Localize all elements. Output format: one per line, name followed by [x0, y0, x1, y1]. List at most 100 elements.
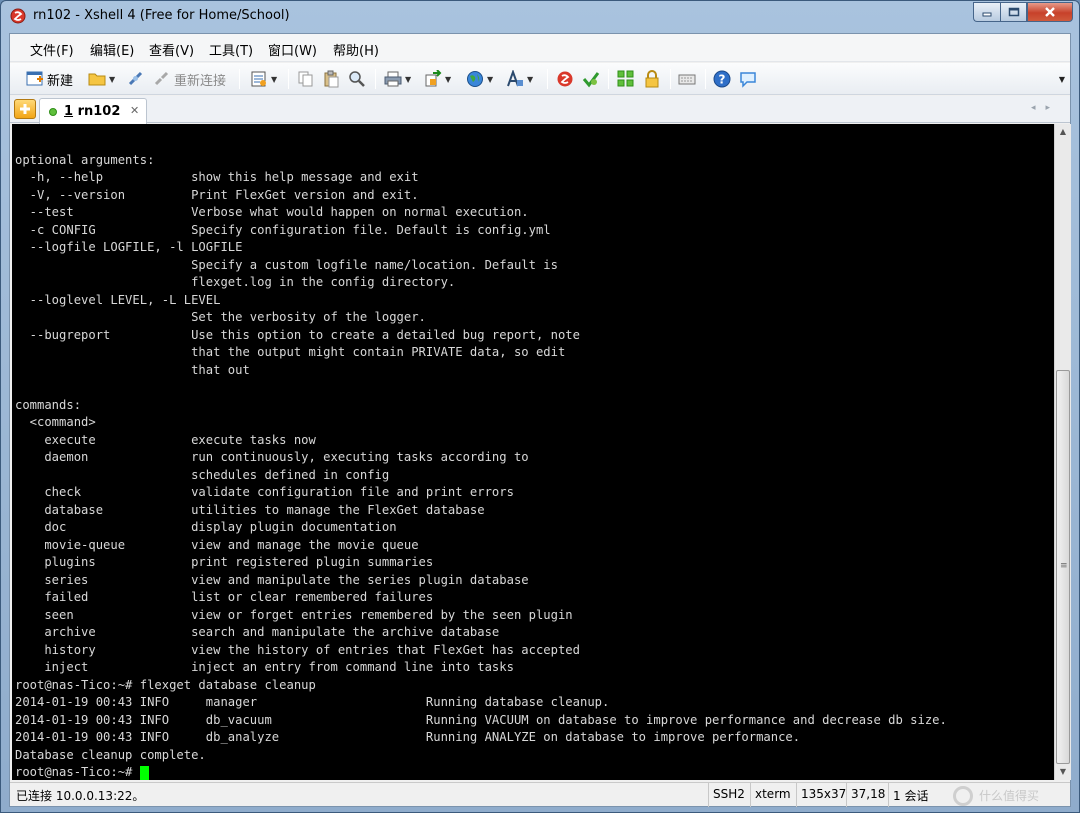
terminal-output[interactable]: optional arguments: -h, --help show this…: [12, 124, 1054, 780]
xshell-script-button[interactable]: [556, 69, 574, 89]
globe-button[interactable]: ▼: [466, 69, 493, 89]
terminal-line: that the output might contain PRIVATE da…: [15, 345, 566, 359]
protocol-status: SSH2: [708, 783, 750, 807]
font-button[interactable]: ▼: [506, 69, 533, 89]
properties-button[interactable]: ▼: [250, 69, 277, 89]
terminal-scrollbar[interactable]: ▲ ≡ ▼: [1054, 124, 1071, 780]
minimize-button[interactable]: [973, 2, 1000, 22]
chevron-down-icon: ▼: [527, 74, 534, 84]
find-button[interactable]: [348, 69, 366, 89]
chevron-down-icon: ▼: [487, 74, 494, 84]
close-button[interactable]: [1027, 2, 1073, 22]
scroll-down-arrow[interactable]: ▼: [1055, 764, 1071, 780]
menu-window[interactable]: 窗口(W): [268, 40, 317, 59]
print-button[interactable]: ▼: [384, 69, 411, 89]
toolbar-separator: [239, 69, 240, 89]
lock-button[interactable]: [643, 69, 661, 89]
chat-button[interactable]: [739, 69, 757, 89]
svg-text:?: ?: [719, 73, 726, 87]
terminal-line: 2014-01-19 00:43 INFO manager Running da…: [15, 695, 610, 709]
chevron-down-icon: ▼: [445, 74, 452, 84]
toolbar-separator: [288, 69, 289, 89]
terminal-line: inject inject an entry from command line…: [15, 660, 514, 674]
terminal-line: 2014-01-19 00:43 INFO db_vacuum Running …: [15, 712, 947, 727]
cursor-position-status: 37,18: [846, 783, 888, 807]
xshell-app-icon: [10, 8, 26, 24]
terminal-line: --logfile LOGFILE, -l LOGFILE: [15, 240, 243, 254]
reconnect-label: 重新连接: [174, 73, 227, 89]
menu-tools[interactable]: 工具(T): [209, 40, 253, 59]
new-session-label: 新建: [47, 73, 74, 89]
reconnect-icon: [154, 71, 169, 86]
reconnect-button[interactable]: 重新连接: [153, 69, 226, 89]
toolbar-separator: [375, 69, 376, 89]
grid-layout-icon: [617, 70, 634, 87]
terminal-line: plugins print registered plugin summarie…: [15, 555, 434, 569]
scroll-up-arrow[interactable]: ▲: [1055, 124, 1071, 140]
help-icon: ?: [713, 70, 731, 88]
file-transfer-icon: [425, 70, 442, 87]
client-area: 文件(F) 编辑(E) 查看(V) 工具(T) 窗口(W) 帮助(H) 新建 ▼…: [9, 33, 1071, 807]
add-tab-button[interactable]: [14, 99, 36, 119]
chevron-down-icon: ▼: [271, 74, 278, 84]
terminal-cursor: [139, 766, 149, 780]
terminal-line: --loglevel LEVEL, -L LEVEL: [15, 292, 221, 307]
terminal-line: archive search and manipulate the archiv…: [15, 625, 500, 639]
connection-status: 已连接 10.0.0.13:22。: [16, 789, 145, 803]
watermark-text: 什么值得买: [979, 789, 1040, 803]
terminal-line: --test Verbose what would happen on norm…: [15, 205, 529, 219]
keyboard-button[interactable]: [678, 69, 696, 89]
terminal-line: root@nas-Tico:~#: [15, 765, 140, 779]
tab-bar: 1 rn102 ✕ ◂▸: [10, 96, 1070, 124]
terminal-line: flexget.log in the config directory.: [15, 275, 456, 289]
copy-button[interactable]: [297, 69, 315, 89]
connected-status-icon: [49, 108, 57, 116]
tab-scroll-arrows[interactable]: ◂▸: [1031, 103, 1060, 113]
transfer-button[interactable]: ▼: [424, 69, 451, 89]
tab-label: 1 rn102: [64, 104, 121, 119]
lock-icon: [645, 70, 659, 88]
terminal-line: root@nas-Tico:~# flexget database cleanu…: [15, 677, 316, 692]
open-folder-button[interactable]: ▼: [88, 69, 115, 89]
copy-icon: [298, 71, 313, 87]
watermark: 什么值得买: [945, 784, 1070, 806]
title-bar[interactable]: rn102 - Xshell 4 (Free for Home/School): [1, 1, 1079, 33]
toolbar-overflow-icon[interactable]: ▼: [1059, 75, 1065, 84]
layout-button[interactable]: [617, 69, 635, 89]
folder-icon: [88, 73, 106, 86]
toolbar-separator: [705, 69, 706, 89]
paste-button[interactable]: [322, 69, 340, 89]
terminal-line: 2014-01-19 00:43 INFO db_analyze Running…: [15, 730, 801, 744]
chevron-down-icon: ▼: [405, 74, 412, 84]
properties-icon: [251, 71, 266, 87]
menu-help[interactable]: 帮助(H): [333, 40, 379, 59]
minimize-icon: [982, 12, 992, 17]
paste-icon: [324, 70, 339, 88]
menu-edit[interactable]: 编辑(E): [90, 40, 134, 59]
terminal-line: Database cleanup complete.: [15, 747, 206, 762]
scrollbar-thumb[interactable]: ≡: [1056, 370, 1070, 764]
menu-view[interactable]: 查看(V): [149, 40, 194, 59]
menu-bar: 文件(F) 编辑(E) 查看(V) 工具(T) 窗口(W) 帮助(H): [10, 34, 1070, 62]
maximize-button[interactable]: [1000, 2, 1027, 22]
keyboard-icon: [678, 74, 696, 85]
xftp-button[interactable]: [582, 69, 600, 89]
new-session-button[interactable]: 新建: [26, 69, 73, 89]
terminal-line: Specify a custom logfile name/location. …: [15, 257, 558, 272]
maximize-icon: [1008, 7, 1019, 17]
terminal-line: execute execute tasks now: [15, 432, 316, 447]
new-session-icon: [26, 71, 43, 86]
menu-file[interactable]: 文件(F): [30, 40, 74, 59]
terminal-line: -h, --help show this help message and ex…: [15, 170, 419, 184]
tab-session[interactable]: 1 rn102 ✕: [39, 98, 147, 124]
watermark-logo-icon: [953, 786, 973, 806]
xshell-logo-icon: [557, 71, 573, 87]
terminal-line: failed list or clear remembered failures: [15, 590, 434, 604]
terminal-line: <command>: [15, 415, 96, 429]
terminal-line: Set the verbosity of the logger.: [15, 310, 426, 324]
tab-close-icon[interactable]: ✕: [130, 104, 139, 117]
terminal-line: daemon run continuously, executing tasks…: [15, 450, 529, 464]
terminal-line: series view and manipulate the series pl…: [15, 572, 529, 587]
help-button[interactable]: ?: [713, 69, 731, 89]
connect-button[interactable]: [127, 69, 145, 89]
